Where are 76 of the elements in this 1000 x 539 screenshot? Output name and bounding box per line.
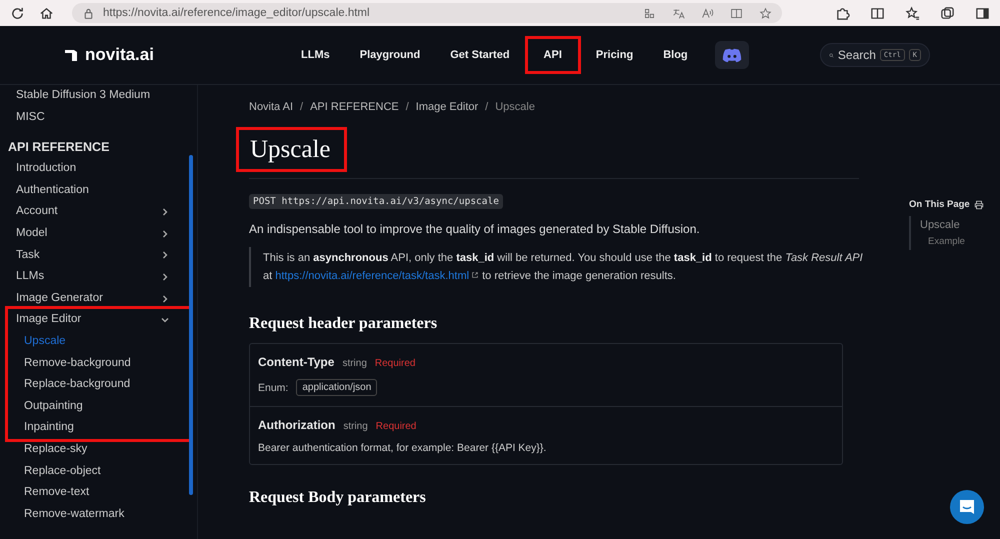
nav-link[interactable]: API <box>524 36 581 74</box>
nav-link[interactable]: Playground <box>344 36 436 74</box>
sidebar-item[interactable]: Task <box>8 244 190 266</box>
sidebar-item[interactable]: Account <box>8 201 190 223</box>
breadcrumb-link[interactable]: Upscale <box>495 101 535 113</box>
sidebar-item[interactable]: LLMs <box>8 266 190 288</box>
breadcrumb-separator: / <box>406 101 409 113</box>
sidebar-heading: API REFERENCE <box>7 139 110 156</box>
sidebar-item[interactable]: Image Generator <box>8 288 190 310</box>
sidebar-icon[interactable] <box>975 6 990 20</box>
parameter-description: Bearer authentication format, for example: Bearer {{API Key}}. <box>258 442 548 454</box>
sidebar-item[interactable]: Image Editor <box>8 309 190 331</box>
puzzle-icon[interactable] <box>835 6 850 20</box>
collections-icon[interactable] <box>940 6 955 20</box>
sidebar-item[interactable]: Stable Diffusion 3 Medium <box>0 85 197 107</box>
breadcrumb-link[interactable]: Image Editor <box>416 101 478 113</box>
nav-link[interactable]: LLMs <box>286 36 345 74</box>
breadcrumb-separator: / <box>300 101 304 113</box>
favorites-icon[interactable] <box>905 6 920 20</box>
logo-icon <box>63 47 79 63</box>
required-label: Required <box>374 358 416 369</box>
sidebar-subitem[interactable]: Outpainting <box>8 396 190 418</box>
lead-paragraph: An indispensable tool to improve the quality of images generated by Stable Diffusion. <box>249 222 701 236</box>
sidebar-item[interactable]: Introduction <box>0 158 197 180</box>
external-link-icon <box>471 271 480 279</box>
sidebar-subitem[interactable]: Remove-text <box>0 482 197 504</box>
breadcrumb-separator: / <box>485 101 488 113</box>
address-bar[interactable]: https://novita.ai/reference/image_editor/upscale.html <box>72 3 782 23</box>
enum-value: application/json <box>296 379 378 396</box>
sidebar-subitem[interactable]: Inpainting <box>8 417 190 439</box>
toc-title: On This Page <box>909 199 970 210</box>
sidebar-subitem[interactable]: Upscale <box>8 330 190 353</box>
section-heading: Request header parameters <box>249 315 438 333</box>
endpoint-code: POST https://api.novita.ai/v3/async/upscale <box>249 194 503 209</box>
refresh-icon[interactable] <box>10 6 25 20</box>
parameter-name: Content-Type <box>258 355 334 369</box>
translate-icon[interactable] <box>672 6 685 20</box>
sidebar-subitem[interactable]: Replace-object <box>0 460 197 482</box>
section-heading: Request Body parameters <box>249 489 427 507</box>
sidebar-subitem[interactable]: Remove-watermark <box>0 504 197 526</box>
grid-icon[interactable] <box>643 6 656 20</box>
chat-button[interactable] <box>950 490 984 524</box>
lock-icon <box>82 6 95 20</box>
home-icon[interactable] <box>39 6 54 20</box>
nav-link[interactable]: Blog <box>648 36 703 74</box>
sidebar-item[interactable]: Authentication <box>0 180 197 202</box>
enum-label: Enum: <box>258 382 288 394</box>
note-paragraph: This is an asynchronous API, only the task_id will be returned. You should use the task_id to request the Task Result API at https://novita.ai/reference/task/task.html to retrieve the image generation results. <box>249 247 863 287</box>
parameter-type: string <box>342 358 367 369</box>
page-title: Upscale <box>236 127 347 172</box>
printer-icon[interactable] <box>974 200 984 210</box>
game-controller-icon <box>722 48 742 62</box>
toc-link[interactable]: Example <box>920 234 994 250</box>
docs-link[interactable]: https://novita.ai/reference/task/task.html <box>275 270 480 282</box>
logo-text[interactable]: novita.ai <box>85 45 154 65</box>
toc-link[interactable]: Upscale <box>920 216 994 234</box>
read-aloud-icon[interactable] <box>701 6 714 20</box>
sidebar-subitem[interactable]: Replace-sky <box>0 438 197 460</box>
sidebar-item[interactable]: Model <box>8 222 190 245</box>
breadcrumb-link[interactable]: Novita AI <box>249 101 294 113</box>
breadcrumb-link[interactable]: API REFERENCE <box>310 101 399 113</box>
star-icon[interactable] <box>759 6 772 20</box>
nav-link[interactable]: Pricing <box>580 36 648 74</box>
nav-link[interactable]: Get Started <box>435 36 525 74</box>
reader-icon[interactable] <box>730 6 743 20</box>
required-label: Required <box>376 421 416 432</box>
chat-app-button[interactable] <box>714 41 749 69</box>
url-text: https://novita.ai/reference/image_editor/upscale.html <box>103 7 371 19</box>
scrollbar-thumb[interactable] <box>189 155 193 495</box>
sidebar-item[interactable]: MISC <box>0 106 197 128</box>
sidebar-subitem[interactable]: Remove-background <box>8 352 190 374</box>
parameter-name: Authorization <box>258 418 336 432</box>
chat-bubble-icon <box>957 497 977 517</box>
parameter-type: string <box>343 421 368 432</box>
split-screen-icon[interactable] <box>870 6 885 20</box>
sidebar-subitem[interactable]: Replace-background <box>8 374 190 396</box>
